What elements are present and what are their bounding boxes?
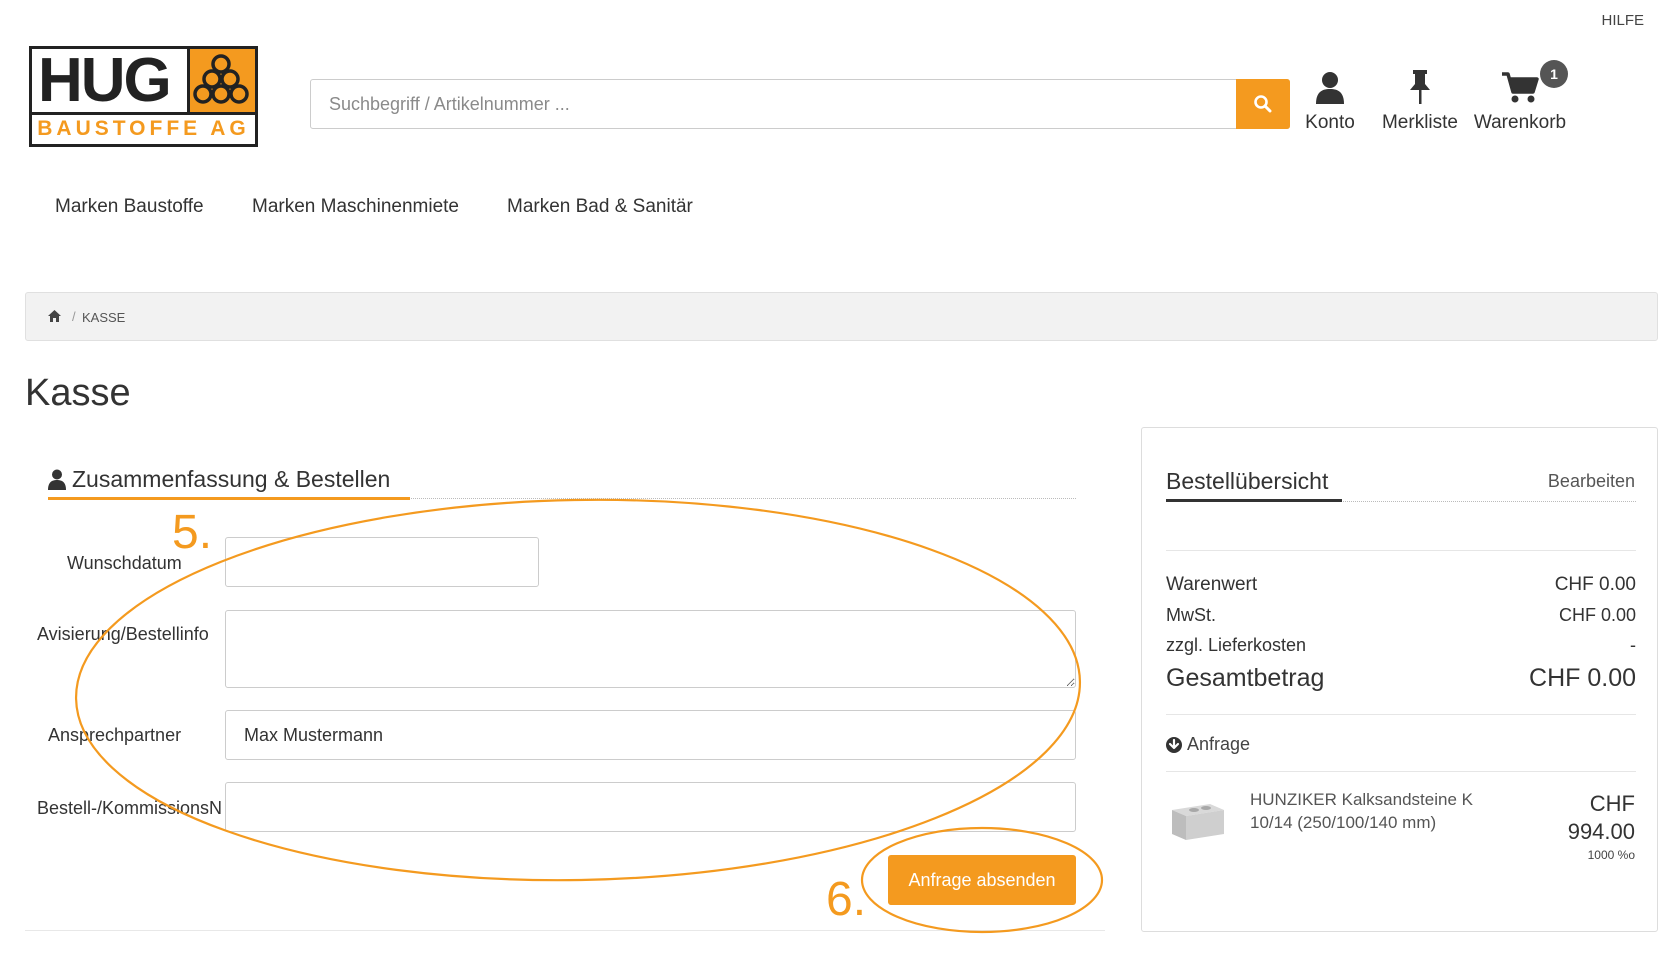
account-label: Konto <box>1305 112 1355 133</box>
breadcrumb-separator: / <box>72 309 76 324</box>
contact-input[interactable] <box>225 710 1076 760</box>
logo-stack-icon <box>187 49 255 115</box>
info-textarea[interactable] <box>225 610 1076 688</box>
product-name[interactable]: HUNZIKER Kalksandsteine K 10/14 (250/100… <box>1250 788 1490 834</box>
section-title-underline <box>48 497 410 500</box>
product-image[interactable] <box>1168 796 1228 842</box>
goods-label: Warenwert <box>1166 574 1258 595</box>
divider <box>25 930 1105 931</box>
logo-brand: HUG <box>38 46 172 115</box>
wishlist-button[interactable]: Merkliste <box>1370 70 1470 134</box>
product-unit: 1000 %o <box>1587 848 1635 862</box>
delivery-label: zzgl. Lieferkosten <box>1166 635 1307 655</box>
divider <box>1166 714 1636 715</box>
order-summary-panel: Bestellübersicht Bearbeiten Warenwert CH… <box>1141 427 1658 932</box>
summary-title-underline <box>1166 499 1342 502</box>
total-value: CHF 0.00 <box>1529 664 1636 692</box>
commission-label: Bestell-/KommissionsN <box>37 798 223 818</box>
pin-icon <box>1410 70 1430 104</box>
account-button[interactable]: Konto <box>1290 70 1370 134</box>
tax-row: MwSt. CHF 0.00 <box>1166 605 1636 626</box>
nav-item-marken-bad-sanitaer[interactable]: Marken Bad & Sanitär <box>507 196 693 218</box>
tax-label: MwSt. <box>1166 605 1217 625</box>
submit-request-button[interactable]: Anfrage absenden <box>888 855 1076 905</box>
cart-icon <box>1502 72 1539 103</box>
delivery-row: zzgl. Lieferkosten - <box>1166 635 1636 656</box>
circle-arrow-down-icon <box>1166 736 1182 753</box>
info-label: Avisierung/Bestellinfo <box>37 624 209 644</box>
section-title-text: Zusammenfassung & Bestellen <box>72 466 391 492</box>
product-price-value: 994.00 <box>1567 819 1635 844</box>
divider <box>1166 550 1636 551</box>
delivery-value: - <box>1630 635 1636 655</box>
search-icon <box>1254 95 1272 113</box>
goods-row: Warenwert CHF 0.00 <box>1166 574 1636 596</box>
tax-value: CHF 0.00 <box>1558 605 1636 625</box>
annotation-step-6: 6. <box>826 873 867 926</box>
request-label: Anfrage <box>1187 734 1251 754</box>
wishlist-label: Merkliste <box>1381 112 1458 133</box>
user-icon <box>1316 72 1344 104</box>
request-toggle[interactable]: Anfrage <box>1166 734 1250 755</box>
product-currency: CHF <box>1589 791 1635 816</box>
search-button[interactable] <box>1236 79 1290 129</box>
cart-count-badge: 1 <box>1540 60 1568 88</box>
cart-button[interactable]: 1 Warenkorb <box>1470 60 1570 134</box>
goods-value: CHF 0.00 <box>1554 574 1636 595</box>
page-title: Kasse <box>25 372 131 414</box>
date-label: Wunschdatum <box>67 553 182 573</box>
search-bar <box>310 79 1290 129</box>
annotation-step-5: 5. <box>172 506 213 559</box>
total-row: Gesamtbetrag CHF 0.00 <box>1166 664 1636 693</box>
product-price: CHF 994.00 <box>1568 790 1635 846</box>
user-icon <box>48 469 66 490</box>
date-input[interactable] <box>225 537 539 587</box>
contact-label: Ansprechpartner <box>48 725 182 745</box>
logo-subtitle: BAUSTOFFE AG <box>32 112 255 144</box>
total-label: Gesamtbetrag <box>1166 664 1325 692</box>
help-link[interactable]: HILFE <box>1601 12 1644 29</box>
home-icon[interactable] <box>48 310 61 322</box>
nav-item-marken-maschinenmiete[interactable]: Marken Maschinenmiete <box>252 196 459 218</box>
breadcrumb-current: KASSE <box>82 310 126 325</box>
breadcrumb: / KASSE <box>25 292 1658 341</box>
edit-link[interactable]: Bearbeiten <box>1548 471 1635 492</box>
hug-logo[interactable]: HUG BAUSTOFFE AG <box>29 46 258 147</box>
commission-input[interactable] <box>225 782 1076 832</box>
divider <box>1166 771 1636 772</box>
search-input[interactable] <box>311 80 1239 128</box>
section-title: Zusammenfassung & Bestellen <box>48 466 390 493</box>
nav-item-marken-baustoffe[interactable]: Marken Baustoffe <box>55 196 204 218</box>
summary-title: Bestellübersicht <box>1166 468 1329 494</box>
cart-label: Warenkorb <box>1473 112 1567 133</box>
